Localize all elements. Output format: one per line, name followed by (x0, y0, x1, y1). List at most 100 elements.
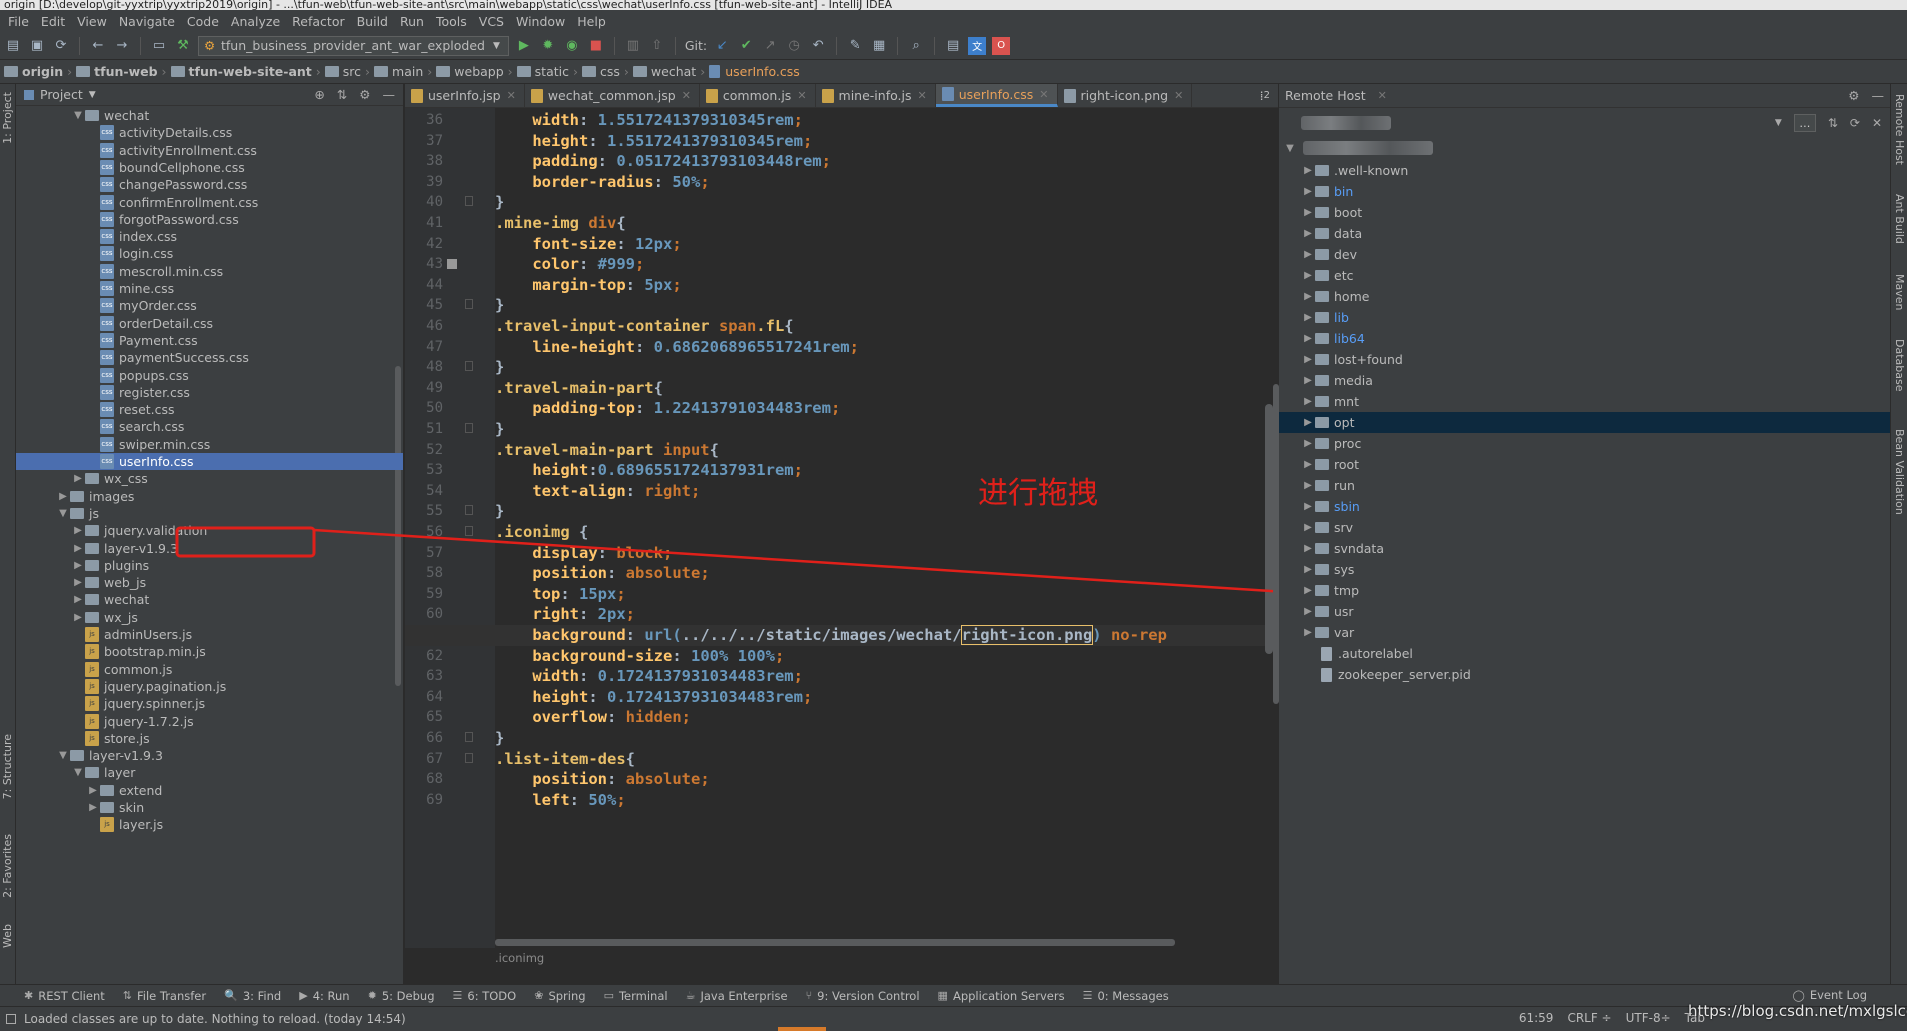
chevron-right-icon[interactable]: ▶ (1301, 585, 1315, 596)
tool-button-find[interactable]: 🔍 3: Find (224, 989, 281, 1003)
tree-file-row[interactable]: js bootstrap.min.js (16, 643, 403, 660)
remote-folder-row[interactable]: ▶ var (1279, 622, 1891, 643)
tree-file-row[interactable]: css mine.css (16, 280, 403, 297)
chevron-right-icon[interactable]: ▶ (1301, 417, 1315, 428)
remote-folder-row[interactable]: ▶ media (1279, 370, 1891, 391)
tree-file-row[interactable]: css search.css (16, 418, 403, 435)
collapse-icon[interactable]: ⇅ (1828, 116, 1838, 130)
chevron-down-icon[interactable]: ▼ (1775, 118, 1782, 128)
chevron-right-icon[interactable]: ▶ (86, 802, 100, 813)
stripe-database[interactable]: Database (1893, 339, 1906, 392)
stripe-favorites[interactable]: 2: Favorites (1, 834, 14, 898)
menu-build[interactable]: Build (351, 14, 394, 29)
close-icon[interactable]: ✕ (918, 89, 927, 102)
tree-folder-row[interactable]: ▼ layer (16, 764, 403, 781)
remote-root-row[interactable]: ▼ (1279, 138, 1891, 159)
remote-folder-row[interactable]: ▶ data (1279, 223, 1891, 244)
breadcrumb-item[interactable]: origin › (4, 64, 76, 79)
project-structure-folder-icon[interactable]: ▦ (870, 37, 888, 55)
remote-folder-row[interactable]: ▶ proc (1279, 433, 1891, 454)
tree-folder-row[interactable]: ▶ wx_css (16, 470, 403, 487)
fold-marker-icon[interactable] (465, 361, 473, 372)
minimize-icon[interactable]: — (383, 87, 396, 102)
tree-file-row[interactable]: css activityEnrollment.css (16, 142, 403, 159)
tree-folder-row[interactable]: ▶ extend (16, 782, 403, 799)
chevron-right-icon[interactable]: ▶ (1301, 207, 1315, 218)
tool-button-messages[interactable]: ☰ 0: Messages (1083, 989, 1169, 1003)
close-icon[interactable]: ✕ (1039, 88, 1048, 101)
chevron-right-icon[interactable]: ▶ (1301, 396, 1315, 407)
menu-edit[interactable]: Edit (35, 14, 71, 29)
breadcrumb-item[interactable]: tfun-web › (76, 64, 170, 79)
locate-icon[interactable]: ⊕ (314, 87, 324, 102)
editor-horizontal-scrollbar[interactable] (495, 939, 1175, 946)
tool-button-todo[interactable]: ☰ 6: TODO (453, 989, 517, 1003)
close-icon[interactable]: ✕ (1174, 89, 1183, 102)
gear-icon[interactable]: ⚙ (359, 87, 370, 102)
chevron-right-icon[interactable]: ▶ (1301, 186, 1315, 197)
close-icon[interactable]: ✕ (682, 89, 691, 102)
menu-navigate[interactable]: Navigate (113, 14, 181, 29)
menu-view[interactable]: View (71, 14, 113, 29)
forward-icon[interactable]: → (113, 37, 131, 55)
tree-file-row[interactable]: js jquery.pagination.js (16, 678, 403, 695)
remote-folder-row[interactable]: ▶ .well-known (1279, 160, 1891, 181)
chevron-right-icon[interactable]: ▶ (1301, 312, 1315, 323)
tree-file-row[interactable]: css confirmEnrollment.css (16, 194, 403, 211)
menu-run[interactable]: Run (394, 14, 430, 29)
remote-folder-row[interactable]: ▶ run (1279, 475, 1891, 496)
tree-file-row[interactable]: css register.css (16, 384, 403, 401)
project-structure-icon[interactable]: ▭ (150, 37, 168, 55)
search-icon[interactable]: ⌕ (907, 37, 925, 55)
remote-host-title[interactable]: Remote Host (1285, 88, 1366, 103)
remote-folder-row[interactable]: ▶ lib (1279, 307, 1891, 328)
chevron-right-icon[interactable]: ▶ (1301, 228, 1315, 239)
remote-folder-row[interactable]: ▶ bin (1279, 181, 1891, 202)
chevron-right-icon[interactable]: ▶ (1301, 564, 1315, 575)
open-folder-icon[interactable]: ▤ (4, 37, 22, 55)
tree-file-row[interactable]: css reset.css (16, 401, 403, 418)
menu-tools[interactable]: Tools (430, 14, 473, 29)
tree-file-row[interactable]: css forgotPassword.css (16, 211, 403, 228)
editor-scrollbar[interactable] (1265, 114, 1273, 934)
tree-folder-row[interactable]: ▼ js (16, 505, 403, 522)
remote-folder-row[interactable]: ▶ svndata (1279, 538, 1891, 559)
chevron-right-icon[interactable]: ▶ (71, 594, 85, 605)
fold-marker-icon[interactable] (465, 526, 473, 536)
remote-scrollbar[interactable] (1273, 384, 1279, 704)
breadcrumb-item[interactable]: wechat › (632, 64, 709, 79)
stripe-project[interactable]: 1: Project (1, 92, 14, 144)
chevron-right-icon[interactable]: ▶ (1301, 480, 1315, 491)
chevron-right-icon[interactable]: ▶ (1301, 375, 1315, 386)
fold-marker-icon[interactable] (465, 505, 473, 516)
build-hammer-icon[interactable]: ⚒ (174, 37, 192, 55)
tool-button-file-transfer[interactable]: ⇅ File Transfer (123, 989, 206, 1003)
chevron-right-icon[interactable]: ▶ (1301, 543, 1315, 554)
breadcrumb-item[interactable]: webapp › (436, 64, 516, 79)
tree-folder-row[interactable]: ▼ layer-v1.9.3 (16, 747, 403, 764)
debug-icon[interactable]: ✹ (539, 37, 557, 55)
breadcrumb-item[interactable]: userInfo.css (709, 64, 800, 79)
chevron-right-icon[interactable]: ▶ (71, 473, 85, 484)
tree-file-row[interactable]: css index.css (16, 228, 403, 245)
chevron-down-icon[interactable]: ▼ (89, 90, 96, 100)
server-selector[interactable] (1301, 116, 1391, 130)
remote-sync-icon[interactable]: ▤ (944, 37, 962, 55)
chevron-down-icon[interactable]: ▼ (56, 508, 70, 519)
remote-folder-row[interactable]: ▶ mnt (1279, 391, 1891, 412)
status-square-icon[interactable] (6, 1014, 16, 1024)
git-history-icon[interactable]: ◷ (785, 37, 803, 55)
tree-folder-row[interactable]: ▶ wechat (16, 591, 403, 608)
git-commit-icon[interactable]: ✔ (737, 37, 755, 55)
remote-folder-row[interactable]: ▶ usr (1279, 601, 1891, 622)
git-push-icon[interactable]: ↗ (761, 37, 779, 55)
chevron-right-icon[interactable]: ▶ (1301, 459, 1315, 470)
remote-folder-row[interactable]: ▶ sbin (1279, 496, 1891, 517)
fold-marker-icon[interactable] (465, 299, 473, 310)
file-encoding[interactable]: UTF-8÷ (1626, 1011, 1671, 1025)
run-configuration-select[interactable]: tfun_business_provider_ant_war_exploded … (198, 35, 509, 56)
chevron-right-icon[interactable]: ▶ (71, 543, 85, 554)
editor-breadcrumb[interactable]: .iconimg (405, 948, 1278, 968)
chevron-right-icon[interactable]: ▶ (71, 560, 85, 571)
caret-position[interactable]: 61:59 (1519, 1011, 1554, 1025)
